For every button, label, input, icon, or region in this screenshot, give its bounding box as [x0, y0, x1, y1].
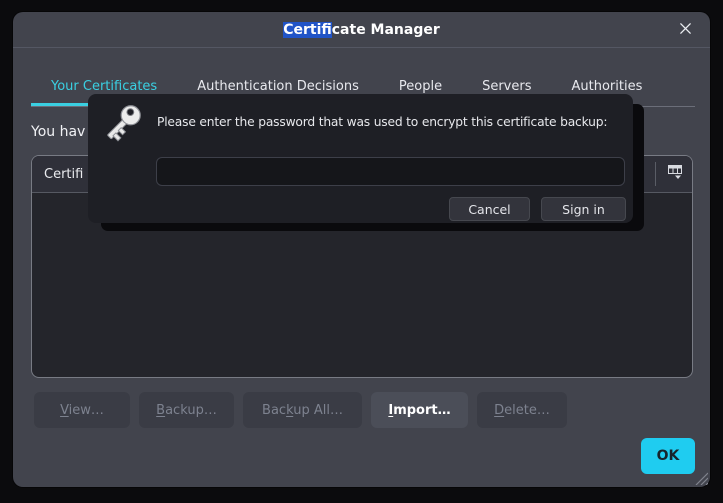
column-header-certificate-name: Certifi [44, 166, 84, 182]
titlebar[interactable]: Certificate Manager [13, 12, 710, 48]
close-icon [678, 21, 693, 40]
column-picker-button[interactable] [666, 165, 684, 183]
password-prompt-text: Please enter the password that was used … [157, 115, 608, 129]
certificate-manager-window: Certificate Manager Your Certificates Au… [13, 12, 710, 487]
column-picker-icon [667, 164, 683, 184]
import-button[interactable]: Import… [371, 392, 468, 428]
title-selected-text: Certifi [283, 21, 332, 38]
password-input[interactable] [156, 157, 625, 186]
close-button[interactable] [676, 21, 694, 39]
tab-label: Authorities [571, 79, 643, 94]
tab-label: Authentication Decisions [197, 79, 359, 94]
delete-button: Delete… [477, 392, 567, 428]
sign-in-button[interactable]: Sign in [541, 197, 626, 221]
view-button: View… [34, 392, 130, 428]
tab-label: Servers [482, 79, 532, 94]
action-button-row: View… Backup… Backup All… Import… Delete… [34, 392, 567, 428]
tab-label: People [398, 79, 443, 94]
title-rest-text: cate Manager [331, 21, 440, 38]
cancel-button[interactable]: Cancel [449, 197, 530, 221]
ok-button[interactable]: OK [641, 438, 695, 474]
header-separator [655, 162, 656, 186]
key-icon [100, 98, 148, 146]
intro-text: You hav [31, 124, 86, 140]
password-dialog: Please enter the password that was used … [88, 94, 633, 223]
tab-label: Your Certificates [51, 79, 158, 94]
backup-all-button: Backup All… [243, 392, 362, 428]
resize-grip-icon[interactable] [692, 469, 709, 486]
backup-button: Backup… [139, 392, 234, 428]
window-title: Certificate Manager [283, 21, 440, 38]
